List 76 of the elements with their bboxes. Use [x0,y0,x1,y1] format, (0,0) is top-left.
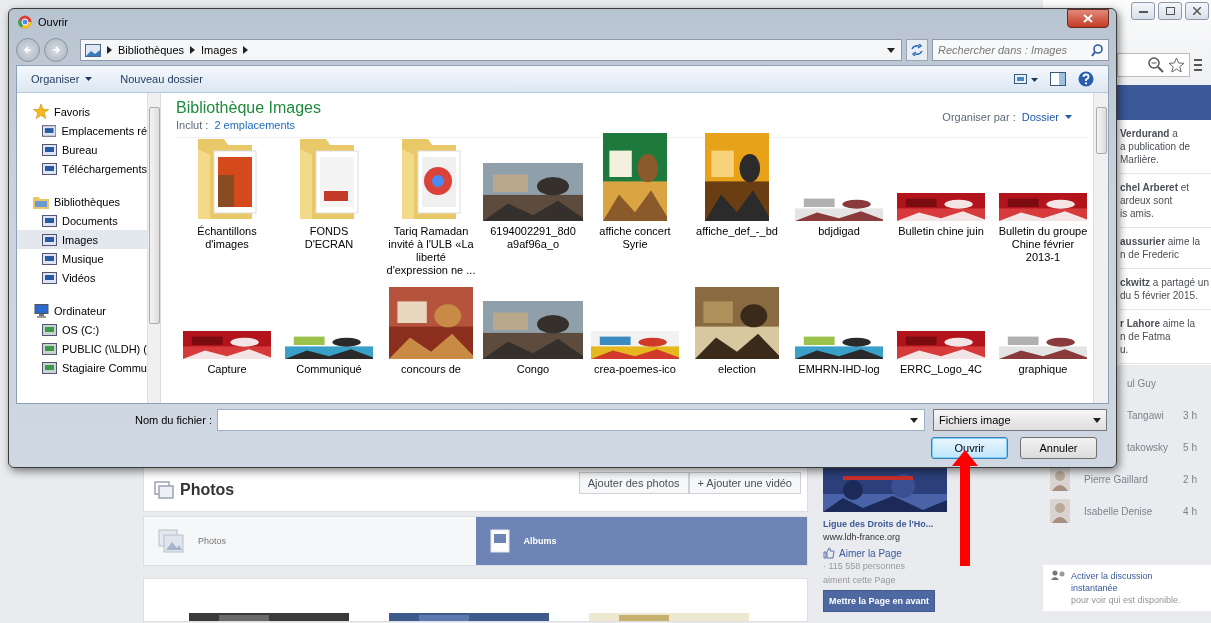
ticker-text: r Lahore aime la [1120,317,1197,330]
likes-count: · 115 558 personnes aiment cette Page [823,560,906,587]
file-name[interactable]: ERRC_Logo_4C [896,363,986,376]
nav-item[interactable]: Favoris [17,102,147,121]
file-name[interactable]: Capture [182,363,272,376]
file-name[interactable]: EMHRN-IHD-log [794,363,884,376]
ticker-text: ardeux sont [1120,194,1174,207]
dialog-button[interactable]: Ouvrir [931,437,1008,459]
window-title: Ouvrir [38,16,68,28]
like-page-link[interactable]: Aimer la Page [839,547,902,559]
arrange-label: Organiser par : [942,111,1016,123]
breadcrumb-item[interactable]: Images [201,44,238,56]
file-name[interactable]: graphique [998,363,1088,376]
ticker-text: Marlière. [1120,153,1160,166]
file-name[interactable]: Congo [488,363,578,376]
nav-item[interactable]: Bureau [17,140,147,159]
ticker-text: u. [1120,343,1130,356]
file-name[interactable]: FONDS D'ECRAN [284,225,374,251]
idle-time: 2 h [1183,473,1197,485]
file-type-dropdown[interactable]: Fichiers image [933,409,1107,431]
nav-item[interactable]: Stagiaire Commu [17,358,147,377]
add-button[interactable]: + Ajouter une vidéo [688,472,801,494]
promote-button[interactable]: Mettre la Page en avant [823,590,936,612]
includes-label: Inclut : [176,119,209,131]
organize-menu[interactable]: Organiser [25,71,99,87]
nav-item[interactable]: Documents [17,211,147,230]
file-name[interactable]: 6194002291_8d0a9af96a_o [488,225,578,251]
enable-chat-link[interactable]: Activer la discussion instantanée [1071,570,1201,594]
file-name[interactable]: affiche concert Syrie [590,225,680,251]
file-name[interactable]: crea-poemes-ico [590,363,680,376]
arrange-dropdown[interactable]: Dossier [1021,111,1072,123]
ticker-text: n de Frederic [1120,248,1180,261]
ticker-text: is amis. [1120,207,1155,220]
file-name[interactable]: Tariq Ramadan invité à l'ULB «La liberté d'expression ne ... [386,225,476,277]
nav-item[interactable]: Musique [17,249,147,268]
idle-time: 3 h [1183,409,1197,421]
file-name[interactable]: affiche_def_-_bd [692,225,782,238]
tab[interactable]: Photos [144,517,476,565]
ticker-text: Verdurand a [1120,127,1179,140]
dialog-button[interactable]: Annuler [1020,437,1097,459]
page-name-link[interactable]: Ligue des Droits de l'Ho... [823,519,1043,529]
address-bar[interactable]: Bibliothèques Images [80,39,902,61]
idle-time: 5 h [1183,441,1197,453]
file-name[interactable]: concours de [386,363,476,376]
nav-item[interactable]: Emplacements ré [17,121,147,140]
new-folder-button[interactable]: Nouveau dossier [114,71,209,87]
file-name[interactable]: election [692,363,782,376]
nav-item[interactable]: OS (C:) [17,320,147,339]
file-name[interactable]: bdjdigad [794,225,884,238]
chat-prompt-text: pour voir qui est disponible. [1071,595,1181,605]
file-name[interactable]: Bulletin chine juin [896,225,986,238]
ticker-text: n de Fatma [1120,330,1172,343]
file-name-label: Nom du fichier : [133,414,212,426]
ticker-text: ckwitz a partagé un [1120,276,1210,289]
tab[interactable]: Albums [475,517,807,565]
page-url: www.ldh-france.org [823,532,902,542]
idle-time: 4 h [1183,505,1197,517]
nav-item[interactable]: PUBLIC (\\LDH) ( [17,339,147,358]
breadcrumb-item[interactable]: Bibliothèques [118,44,185,56]
ticker-text: chel Arberet et [1120,181,1191,194]
locations-link[interactable]: 2 emplacements [214,119,296,131]
library-title: Bibliothèque Images [176,99,321,117]
nav-item[interactable]: Images [17,230,147,249]
file-name[interactable]: Bulletin du groupe Chine février 2013-1 [998,225,1088,264]
section-title: Photos [180,480,235,499]
nav-item[interactable]: Vidéos [17,268,147,287]
nav-item[interactable]: Ordinateur [17,301,147,320]
nav-item[interactable]: Téléchargements [17,159,147,178]
ticker-text: du 5 février 2015. [1120,289,1199,302]
ticker-text: aussurier aime la [1120,235,1202,248]
add-button[interactable]: Ajouter des photos [578,472,689,494]
ticker-text: a publication de [1120,140,1192,153]
file-name[interactable]: Échantillons d'images [182,225,272,251]
search-field[interactable]: Rechercher dans : Images [932,39,1109,61]
nav-item[interactable]: Bibliothèques [17,192,147,211]
file-name[interactable]: Communiqué [284,363,374,376]
